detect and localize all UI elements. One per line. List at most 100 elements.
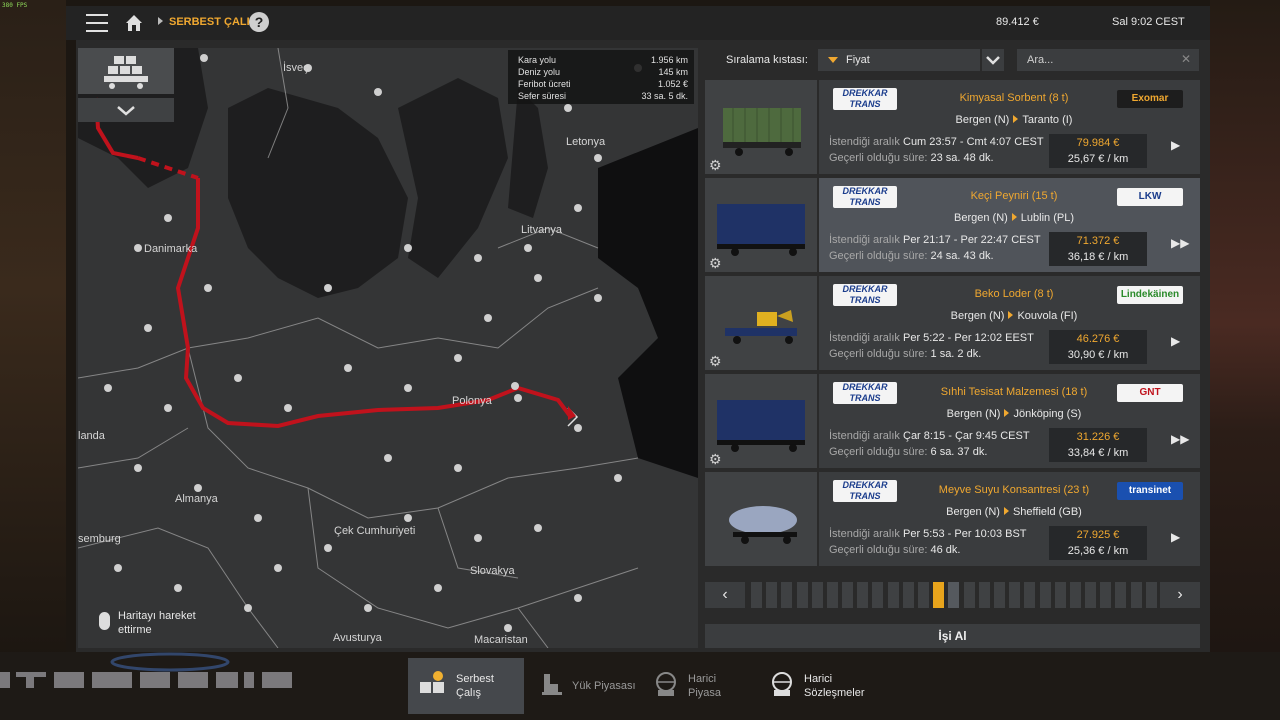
company-logo: DREKKAR TRANS — [833, 186, 897, 208]
page-indicator[interactable] — [1085, 582, 1097, 608]
page-indicator[interactable] — [1024, 582, 1036, 608]
clear-search-icon[interactable]: ✕ — [1181, 52, 1191, 66]
page-indicator[interactable] — [781, 582, 793, 608]
job-route: Bergen (N) Jönköping (S) — [919, 408, 1109, 420]
search-box[interactable]: ✕ — [1017, 49, 1199, 71]
trailer-thumbnail: ⚙ — [705, 178, 817, 272]
collapse-button[interactable] — [78, 98, 174, 122]
chevron-down-icon — [986, 56, 1000, 65]
map-label-macaristan: Macaristan — [474, 634, 528, 646]
trailer-view-button[interactable] — [78, 48, 174, 94]
valid-value: 6 sa. 37 dk. — [930, 446, 988, 458]
page-indicator[interactable] — [902, 582, 914, 608]
page-indicator[interactable] — [1130, 582, 1142, 608]
page-indicator[interactable] — [1009, 582, 1021, 608]
tab-label: Serbest Çalış — [456, 673, 494, 699]
page-indicator[interactable] — [796, 582, 808, 608]
prev-page-button[interactable]: ‹ — [705, 582, 745, 608]
route-arrow-icon — [1013, 115, 1019, 123]
job-info[interactable]: DREKKAR TRANS Sıhhi Tesisat Malzemesi (1… — [819, 374, 1200, 468]
page-indicator[interactable] — [826, 582, 838, 608]
page-indicator[interactable] — [1100, 582, 1112, 608]
page-indicator[interactable] — [948, 582, 960, 608]
page-indicator[interactable] — [918, 582, 930, 608]
valid-value: 24 sa. 43 dk. — [930, 250, 994, 262]
range-value: Per 5:22 - Per 12:02 EEST — [903, 332, 1034, 344]
page-indicator[interactable] — [766, 582, 778, 608]
settings-icon[interactable]: ⚙ — [709, 452, 722, 466]
job-info[interactable]: DREKKAR TRANS Kimyasal Sorbent (8 t) Exo… — [819, 80, 1200, 174]
job-row[interactable]: ⚙ DREKKAR TRANS Sıhhi Tesisat Malzemesi … — [705, 374, 1200, 468]
tab-cargo-market[interactable]: Yük Piyasası — [528, 658, 638, 714]
route-info-label: Kara yolu — [518, 55, 557, 65]
job-info[interactable]: DREKKAR TRANS Meyve Suyu Konsantresi (23… — [819, 472, 1200, 566]
page-indicator[interactable] — [872, 582, 884, 608]
sort-select[interactable]: Fiyat — [818, 49, 980, 71]
search-input[interactable] — [1025, 53, 1179, 67]
single-chevron-icon: ▶ — [1171, 334, 1181, 348]
price-box: 27.925 € 25,36 € / km — [1049, 526, 1147, 560]
client-logo: LKW — [1117, 188, 1183, 206]
range-label: İstendiği aralık — [829, 234, 900, 246]
page-indicator[interactable] — [993, 582, 1005, 608]
chevron-down-icon — [117, 106, 135, 116]
job-row[interactable]: DREKKAR TRANS Meyve Suyu Konsantresi (23… — [705, 472, 1200, 566]
take-job-button[interactable]: İşi Al — [705, 624, 1200, 648]
page-indicator[interactable] — [811, 582, 823, 608]
page-indicator[interactable] — [1115, 582, 1127, 608]
map-label-landa: landa — [78, 430, 105, 442]
valid-period: Geçerli olduğu süre: 6 sa. 37 dk. — [829, 446, 987, 458]
home-icon[interactable] — [124, 13, 144, 33]
job-info[interactable]: DREKKAR TRANS Keçi Peyniri (15 t) LKW Be… — [819, 178, 1200, 272]
range-label: İstendiği aralık — [829, 430, 900, 442]
map-label-litvanya: Litvanya — [521, 224, 562, 236]
route-to: Lublin (PL) — [1020, 212, 1074, 224]
delivery-window: İstendiği aralık Per 5:53 - Per 10:03 BS… — [829, 528, 1027, 540]
range-label: İstendiği aralık — [829, 528, 900, 540]
trailer-thumbnail: ⚙ — [705, 276, 817, 370]
page-indicator[interactable] — [857, 582, 869, 608]
sort-dropdown-button[interactable] — [982, 49, 1004, 71]
job-info[interactable]: DREKKAR TRANS Beko Loder (8 t) Lindekäin… — [819, 276, 1200, 370]
settings-icon[interactable]: ⚙ — [709, 158, 722, 172]
page-indicator[interactable] — [751, 582, 762, 608]
delivery-window: İstendiği aralık Per 21:17 - Per 22:47 C… — [829, 234, 1041, 246]
job-row[interactable]: ⚙ DREKKAR TRANS Kimyasal Sorbent (8 t) E… — [705, 80, 1200, 174]
map-label-polonya: Polonya — [452, 395, 492, 407]
route-from: Bergen (N) — [954, 212, 1008, 224]
globe-contracts-icon — [772, 672, 792, 696]
page-indicator[interactable] — [1054, 582, 1066, 608]
valid-value: 1 sa. 2 dk. — [930, 348, 982, 360]
tab-external-contracts[interactable]: Harici Sözleşmeler — [758, 658, 878, 714]
page-indicator[interactable] — [1145, 582, 1157, 608]
settings-icon[interactable]: ⚙ — [709, 256, 722, 270]
page-indicator[interactable] — [978, 582, 990, 608]
job-row[interactable]: ⚙ DREKKAR TRANS Beko Loder (8 t) Lindekä… — [705, 276, 1200, 370]
top-bar: SERBEST ÇALIŞ ? 89.412 € Sal 9:02 CEST — [66, 6, 1210, 40]
valid-label: Geçerli olduğu süre: — [829, 348, 928, 360]
client-logo: Exomar — [1117, 90, 1183, 108]
page-indicator[interactable] — [933, 582, 945, 608]
route-info-label: Deniz yolu — [518, 67, 561, 77]
next-page-button[interactable]: › — [1160, 582, 1200, 608]
page-indicator[interactable] — [1069, 582, 1081, 608]
client-logo: transinet — [1117, 482, 1183, 500]
map-move-hint: Haritayı hareket ettirme — [118, 610, 196, 636]
page-indicator[interactable] — [1039, 582, 1051, 608]
job-row[interactable]: ⚙ DREKKAR TRANS Keçi Peyniri (15 t) LKW … — [705, 178, 1200, 272]
menu-icon[interactable] — [86, 14, 108, 32]
single-chevron-icon: ▶ — [1171, 530, 1181, 544]
tab-freelance[interactable]: Serbest Çalış — [408, 658, 524, 714]
trailer-image — [717, 400, 805, 452]
client-logo: Lindekäinen — [1117, 286, 1183, 304]
page-indicator[interactable] — [842, 582, 854, 608]
route-from: Bergen (N) — [950, 310, 1005, 322]
settings-icon[interactable]: ⚙ — [709, 354, 722, 368]
help-button[interactable]: ? — [249, 12, 269, 32]
tab-external-market[interactable]: Harici Piyasa — [642, 658, 748, 714]
page-indicator[interactable] — [963, 582, 975, 608]
route-info-value: 33 sa. 5 dk. — [641, 91, 688, 101]
page-indicator[interactable] — [887, 582, 899, 608]
company-logo: DREKKAR TRANS — [833, 480, 897, 502]
company-logo: DREKKAR TRANS — [833, 88, 897, 110]
